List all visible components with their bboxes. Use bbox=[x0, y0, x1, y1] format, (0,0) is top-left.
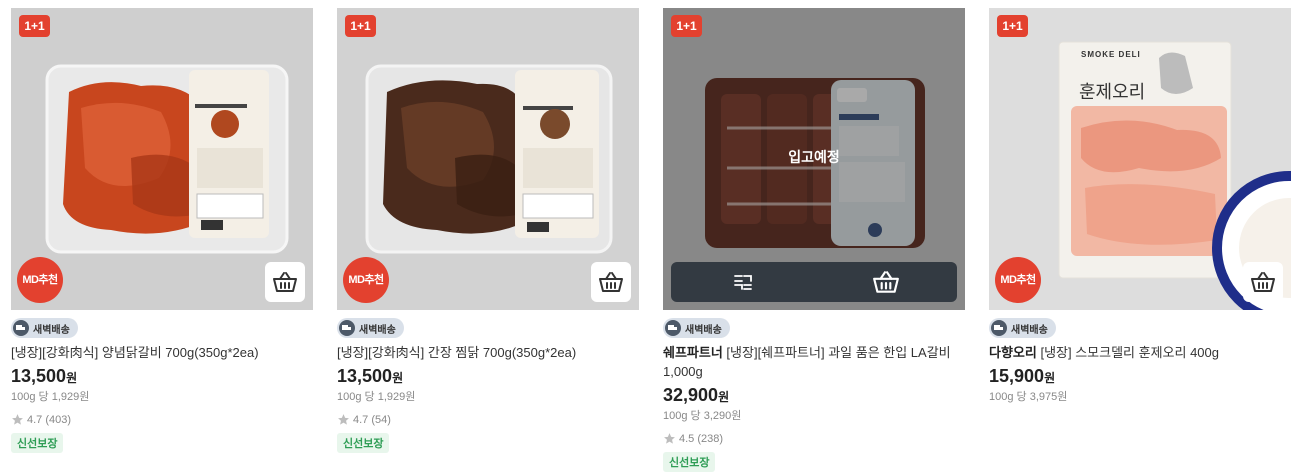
product-image[interactable]: SMOKE DELI 훈제오리 1+1 MD추천 bbox=[989, 8, 1291, 310]
product-image[interactable]: 1+1 MD추천 bbox=[337, 8, 639, 310]
price: 32,900원 bbox=[663, 385, 965, 406]
review-count: (54) bbox=[371, 413, 391, 426]
add-to-cart-button[interactable] bbox=[1243, 262, 1283, 302]
brand-name: 다향오리 bbox=[989, 345, 1037, 360]
product-image[interactable]: 1+1 입고예정 bbox=[663, 8, 965, 310]
truck-icon bbox=[665, 320, 681, 336]
star-icon bbox=[664, 433, 675, 444]
promo-badge: 1+1 bbox=[997, 15, 1028, 37]
add-to-cart-button[interactable] bbox=[814, 262, 957, 302]
md-recommend-badge: MD추천 bbox=[343, 257, 389, 303]
delivery-label: 새벽배송 bbox=[685, 324, 722, 336]
unit-price: 100g 당 1,929원 bbox=[11, 391, 90, 403]
product-title[interactable]: [냉장][강화肉식] 간장 찜닭 700g(350g*2ea) bbox=[337, 343, 633, 362]
price: 15,900원 bbox=[989, 366, 1291, 387]
basket-icon bbox=[872, 271, 899, 293]
price-value: 15,900 bbox=[989, 366, 1045, 386]
product-title[interactable]: [냉장][강화肉식] 양념닭갈비 700g(350g*2ea) bbox=[11, 343, 307, 362]
fresh-guarantee-tag: 신선보장 bbox=[337, 433, 390, 453]
compare-button[interactable] bbox=[671, 262, 814, 302]
add-to-cart-button[interactable] bbox=[265, 262, 305, 302]
price-value: 32,900 bbox=[663, 385, 719, 405]
rating: 4.7 (54) bbox=[337, 413, 639, 426]
product-card[interactable]: 1+1 MD추천 새벽배송 [냉장][강화肉식] 양념닭갈비 700g(350g… bbox=[11, 8, 313, 453]
truck-icon bbox=[339, 320, 355, 336]
rating: 4.7 (403) bbox=[11, 413, 313, 426]
basket-icon bbox=[273, 272, 297, 292]
package-brand-text: SMOKE DELI bbox=[1081, 50, 1141, 59]
fresh-guarantee-tag: 신선보장 bbox=[11, 433, 64, 453]
rating-value: 4.7 bbox=[27, 413, 43, 426]
product-name: [냉장][강화肉식] 양념닭갈비 700g(350g*2ea) bbox=[11, 345, 259, 360]
currency: 원 bbox=[1044, 371, 1056, 385]
md-recommend-badge: MD추천 bbox=[995, 257, 1041, 303]
compare-icon bbox=[733, 275, 752, 290]
delivery-label: 새벽배송 bbox=[359, 324, 396, 336]
price: 13,500원 bbox=[11, 366, 313, 387]
md-recommend-badge: MD추천 bbox=[17, 257, 63, 303]
basket-icon bbox=[1251, 272, 1275, 292]
promo-badge: 1+1 bbox=[19, 15, 50, 37]
action-bar bbox=[671, 262, 957, 302]
delivery-label: 새벽배송 bbox=[1011, 324, 1048, 336]
add-to-cart-button[interactable] bbox=[591, 262, 631, 302]
delivery-label: 새벽배송 bbox=[33, 324, 70, 336]
dawn-delivery-badge: 새벽배송 bbox=[337, 318, 404, 338]
star-icon bbox=[12, 414, 23, 425]
product-grid: 1+1 MD추천 새벽배송 [냉장][강화肉식] 양념닭갈비 700g(350g… bbox=[0, 0, 1303, 475]
review-count: (403) bbox=[45, 413, 72, 426]
dawn-delivery-badge: 새벽배송 bbox=[11, 318, 78, 338]
product-card[interactable]: SMOKE DELI 훈제오리 1+1 MD추천 새벽배송 다향오리 [냉장] … bbox=[989, 8, 1291, 404]
review-count: (238) bbox=[697, 432, 724, 445]
price: 13,500원 bbox=[337, 366, 639, 387]
price-value: 13,500 bbox=[11, 366, 67, 386]
star-icon bbox=[338, 414, 349, 425]
package-product-name: 훈제오리 bbox=[1079, 82, 1146, 103]
product-card[interactable]: 1+1 MD추천 새벽배송 [냉장][강화肉식] 간장 찜닭 700g(350g… bbox=[337, 8, 639, 453]
product-name: [냉장][강화肉식] 간장 찜닭 700g(350g*2ea) bbox=[337, 345, 577, 360]
dawn-delivery-badge: 새벽배송 bbox=[989, 318, 1056, 338]
currency: 원 bbox=[66, 371, 78, 385]
product-title[interactable]: 쉐프파트너 [냉장][쉐프파트너] 과일 품은 한입 LA갈비 1,000g bbox=[663, 343, 959, 381]
currency: 원 bbox=[718, 390, 730, 404]
rating-value: 4.5 bbox=[679, 432, 695, 445]
truck-icon bbox=[991, 320, 1007, 336]
product-name: [냉장] 스모크델리 훈제오리 400g bbox=[1036, 345, 1219, 360]
truck-icon bbox=[13, 320, 29, 336]
promo-badge: 1+1 bbox=[671, 15, 702, 37]
product-card[interactable]: 1+1 입고예정 새벽배송 쉐프파트너 [냉장][쉐프파트너] 과일 품은 한입… bbox=[663, 8, 965, 472]
coming-soon-label: 입고예정 bbox=[788, 149, 840, 165]
brand-name: 쉐프파트너 bbox=[663, 345, 723, 360]
unit-price: 100g 당 3,290원 bbox=[663, 410, 742, 422]
promo-badge: 1+1 bbox=[345, 15, 376, 37]
dawn-delivery-badge: 새벽배송 bbox=[663, 318, 730, 338]
basket-icon bbox=[599, 272, 623, 292]
fresh-guarantee-tag: 신선보장 bbox=[663, 452, 716, 472]
rating: 4.5 (238) bbox=[663, 432, 965, 445]
product-image[interactable]: 1+1 MD추천 bbox=[11, 8, 313, 310]
rating-value: 4.7 bbox=[353, 413, 369, 426]
unit-price: 100g 당 3,975원 bbox=[989, 391, 1068, 403]
price-value: 13,500 bbox=[337, 366, 393, 386]
currency: 원 bbox=[392, 371, 404, 385]
unit-price: 100g 당 1,929원 bbox=[337, 391, 416, 403]
product-title[interactable]: 다향오리 [냉장] 스모크델리 훈제오리 400g bbox=[989, 343, 1285, 362]
